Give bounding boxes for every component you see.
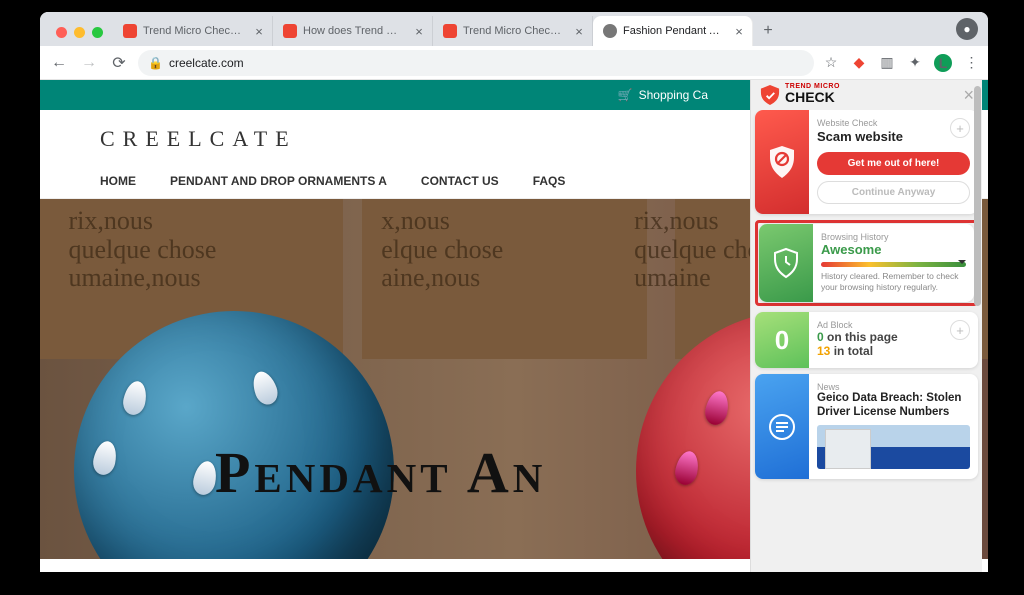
nav-contact[interactable]: CONTACT US: [421, 174, 499, 188]
shield-check-icon: [759, 85, 781, 105]
favicon: [283, 24, 297, 38]
scam-shield-icon: [755, 110, 809, 214]
adblock-count-icon: 0: [755, 312, 809, 368]
minimize-window-button[interactable]: [74, 27, 85, 38]
close-window-button[interactable]: [56, 27, 67, 38]
scrollbar-thumb[interactable]: [974, 86, 981, 306]
maximize-window-button[interactable]: [92, 27, 103, 38]
card-section-label: News: [817, 382, 970, 392]
panel-close-button[interactable]: ×: [963, 85, 974, 106]
gem-icon: [249, 368, 281, 407]
card-browsing-history: Browsing History Awesome History cleared…: [759, 224, 974, 302]
history-shield-icon: [759, 224, 813, 302]
profile-avatar[interactable]: L: [934, 54, 952, 72]
extension-icon[interactable]: ▥: [878, 54, 896, 72]
tab-close[interactable]: ×: [252, 24, 266, 39]
hero-title: Pendant An: [215, 439, 546, 506]
panel-header: TREND MICRO CHECK ×: [751, 80, 982, 110]
globe-icon: [603, 24, 617, 38]
card-news[interactable]: News Geico Data Breach: Stolen Driver Li…: [755, 374, 978, 479]
browser-window: Trend Micro Check - Browser S × How does …: [40, 12, 988, 572]
nav-faqs[interactable]: FAQS: [533, 174, 566, 188]
panel-cards: + Website Check Scam website Get me out …: [751, 110, 982, 572]
tab-0[interactable]: Trend Micro Check - Browser S ×: [113, 16, 273, 46]
new-tab-button[interactable]: +: [757, 20, 779, 42]
address-bar[interactable]: 🔒 creelcate.com: [138, 50, 814, 76]
wood-engraving-text: rix,nous quelque chose umaine,nous: [68, 207, 216, 293]
card-section-label: Browsing History: [821, 232, 966, 242]
tab-close[interactable]: ×: [572, 24, 586, 39]
gem-icon: [121, 379, 150, 417]
tab-title: Fashion Pendant And Drop Orn: [623, 25, 726, 37]
gem-icon: [91, 439, 120, 477]
history-gauge: [821, 262, 966, 267]
tab-3[interactable]: Fashion Pendant And Drop Orn ×: [593, 16, 753, 46]
nav-home[interactable]: HOME: [100, 174, 136, 188]
news-thumbnail: [817, 425, 970, 469]
card-section-label: Website Check: [817, 118, 970, 128]
forward-button[interactable]: →: [78, 54, 100, 72]
extensions-puzzle-icon[interactable]: ✦: [906, 54, 924, 72]
account-button[interactable]: ●: [956, 18, 978, 40]
tab-title: Trend Micro Check | Detect Sc: [463, 25, 566, 37]
history-message: History cleared. Remember to check your …: [821, 271, 966, 292]
gem-icon: [673, 449, 702, 487]
wood-engraving-text: x,nous elque chose aine,nous: [381, 207, 503, 293]
shopping-cart-link[interactable]: Shopping Ca: [639, 88, 708, 102]
nav-pendant[interactable]: PENDANT AND DROP ORNAMENTS A: [170, 174, 387, 188]
panel-brand: TREND MICRO CHECK: [759, 85, 840, 106]
toolbar: ← → ⟳ 🔒 creelcate.com ☆ ◆ ▥ ✦ L ⋮: [40, 46, 988, 80]
highlight-frame: Browsing History Awesome History cleared…: [755, 220, 978, 306]
tab-close[interactable]: ×: [732, 24, 746, 39]
get-me-out-button[interactable]: Get me out of here!: [817, 152, 970, 175]
tab-2[interactable]: Trend Micro Check | Detect Sc ×: [433, 16, 593, 46]
news-icon: [755, 374, 809, 479]
expand-button[interactable]: +: [950, 118, 970, 138]
lock-icon: 🔒: [148, 56, 163, 70]
tab-title: How does Trend Micro Check: [303, 25, 406, 37]
ads-total-label: in total: [830, 344, 873, 358]
brand-main-text: CHECK: [785, 89, 840, 105]
tab-title: Trend Micro Check - Browser S: [143, 25, 246, 37]
wood-engraving-text: rix,nous quelque cho umaine: [634, 207, 760, 293]
card-website-check: + Website Check Scam website Get me out …: [755, 110, 978, 214]
gem-icon: [703, 389, 732, 427]
ads-page-label: on this page: [824, 330, 898, 344]
url-text: creelcate.com: [169, 56, 244, 70]
trend-micro-check-panel: TREND MICRO CHECK × + Website Check Scam…: [750, 80, 982, 572]
menu-dots-icon[interactable]: ⋮: [962, 54, 980, 72]
star-icon[interactable]: ☆: [822, 54, 840, 72]
card-title: Scam website: [817, 129, 970, 144]
favicon: [443, 24, 457, 38]
window-traffic-lights: [46, 27, 113, 46]
continue-anyway-button[interactable]: Continue Anyway: [817, 181, 970, 204]
favicon: [123, 24, 137, 38]
card-ad-block: 0 + Ad Block 0 on this page 13 in total: [755, 312, 978, 368]
card-section-label: Ad Block: [817, 320, 970, 330]
ads-page-count: 0: [817, 330, 824, 344]
toolbar-icons: ☆ ◆ ▥ ✦ L ⋮: [822, 54, 980, 72]
history-status: Awesome: [821, 242, 966, 257]
ads-total-count: 13: [817, 344, 830, 358]
reload-button[interactable]: ⟳: [108, 53, 130, 73]
extension-tmcheck-icon[interactable]: ◆: [850, 54, 868, 72]
tab-1[interactable]: How does Trend Micro Check ×: [273, 16, 433, 46]
tab-bar: Trend Micro Check - Browser S × How does …: [40, 12, 988, 46]
adblock-big-number: 0: [775, 325, 789, 356]
tab-close[interactable]: ×: [412, 24, 426, 39]
back-button[interactable]: ←: [48, 54, 70, 72]
cart-icon: 🛒: [618, 88, 633, 102]
news-headline: Geico Data Breach: Stolen Driver License…: [817, 392, 970, 420]
